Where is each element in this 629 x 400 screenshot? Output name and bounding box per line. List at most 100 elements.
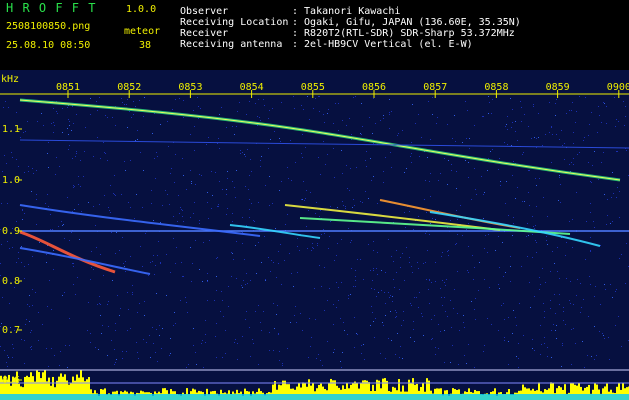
noise-pixel <box>430 196 431 197</box>
noise-pixel <box>162 328 163 329</box>
noise-pixel <box>440 331 441 332</box>
noise-pixel <box>383 115 384 116</box>
noise-pixel <box>562 343 563 344</box>
noise-pixel <box>492 99 493 100</box>
noise-pixel <box>592 165 593 166</box>
noise-pixel <box>175 99 176 100</box>
noise-pixel <box>590 237 591 238</box>
noise-pixel <box>258 364 259 365</box>
noise-pixel <box>95 347 96 348</box>
noise-pixel <box>619 258 620 259</box>
noise-pixel <box>466 138 467 139</box>
y-tick-label: 0.7 <box>2 325 21 336</box>
noise-pixel <box>127 292 128 293</box>
noise-pixel <box>555 103 556 104</box>
noise-pixel <box>551 357 552 358</box>
noise-pixel <box>468 246 469 247</box>
noise-pixel <box>587 355 588 356</box>
noise-pixel <box>340 318 341 319</box>
noise-pixel <box>115 125 116 126</box>
noise-pixel <box>250 280 251 281</box>
noise-pixel <box>140 246 141 247</box>
noise-pixel <box>219 114 220 115</box>
noise-pixel <box>11 152 12 153</box>
noise-pixel <box>152 133 153 134</box>
noise-pixel <box>377 274 378 275</box>
noise-pixel <box>155 178 156 179</box>
noise-pixel <box>536 242 537 243</box>
noise-pixel <box>255 103 256 104</box>
noise-pixel <box>425 233 426 234</box>
noise-pixel <box>35 292 36 293</box>
noise-pixel <box>528 126 529 127</box>
noise-pixel <box>442 252 443 253</box>
noise-pixel <box>174 182 175 183</box>
noise-pixel <box>330 206 331 207</box>
noise-pixel <box>389 114 390 115</box>
noise-pixel <box>291 273 292 274</box>
noise-pixel <box>132 294 133 295</box>
noise-pixel <box>557 271 558 272</box>
noise-pixel <box>454 289 455 290</box>
noise-pixel <box>97 110 98 111</box>
noise-pixel <box>211 208 212 209</box>
noise-pixel <box>351 240 352 241</box>
noise-pixel <box>242 152 243 153</box>
noise-pixel <box>320 360 321 361</box>
noise-pixel <box>173 325 174 326</box>
noise-pixel <box>203 367 204 368</box>
noise-pixel <box>225 330 226 331</box>
noise-pixel <box>309 318 310 319</box>
noise-pixel <box>23 132 24 133</box>
noise-pixel <box>349 118 350 119</box>
noise-pixel <box>580 312 581 313</box>
noise-pixel <box>142 207 143 208</box>
noise-pixel <box>121 98 122 99</box>
noise-pixel <box>16 159 17 160</box>
noise-pixel <box>57 113 58 114</box>
noise-pixel <box>193 345 194 346</box>
noise-pixel <box>22 219 23 220</box>
noise-pixel <box>349 190 350 191</box>
noise-pixel <box>403 320 404 321</box>
noise-pixel <box>225 353 226 354</box>
noise-pixel <box>91 251 92 252</box>
noise-pixel <box>193 213 194 214</box>
noise-pixel <box>383 118 384 119</box>
noise-pixel <box>69 145 70 146</box>
noise-pixel <box>356 333 357 334</box>
noise-pixel <box>469 148 470 149</box>
noise-pixel <box>293 96 294 97</box>
noise-pixel <box>26 319 27 320</box>
noise-pixel <box>483 351 484 352</box>
noise-pixel <box>559 177 560 178</box>
noise-pixel <box>508 317 509 318</box>
noise-pixel <box>264 236 265 237</box>
noise-pixel <box>1 244 2 245</box>
noise-pixel <box>153 255 154 256</box>
noise-pixel <box>8 107 9 108</box>
noise-pixel <box>615 291 616 292</box>
noise-pixel <box>150 262 151 263</box>
noise-pixel <box>397 135 398 136</box>
noise-pixel <box>144 315 145 316</box>
noise-pixel <box>67 197 68 198</box>
noise-pixel <box>512 235 513 236</box>
noise-pixel <box>80 160 81 161</box>
noise-pixel <box>336 255 337 256</box>
noise-pixel <box>546 240 547 241</box>
noise-pixel <box>16 112 17 113</box>
noise-pixel <box>100 158 101 159</box>
noise-pixel <box>100 304 101 305</box>
noise-pixel <box>508 341 509 342</box>
noise-pixel <box>605 289 606 290</box>
noise-pixel <box>301 199 302 200</box>
noise-pixel <box>524 114 525 115</box>
noise-pixel <box>542 268 543 269</box>
noise-pixel <box>24 278 25 279</box>
noise-pixel <box>498 169 499 170</box>
noise-pixel <box>459 330 460 331</box>
noise-pixel <box>522 201 523 202</box>
noise-pixel <box>324 310 325 311</box>
noise-pixel <box>372 280 373 281</box>
